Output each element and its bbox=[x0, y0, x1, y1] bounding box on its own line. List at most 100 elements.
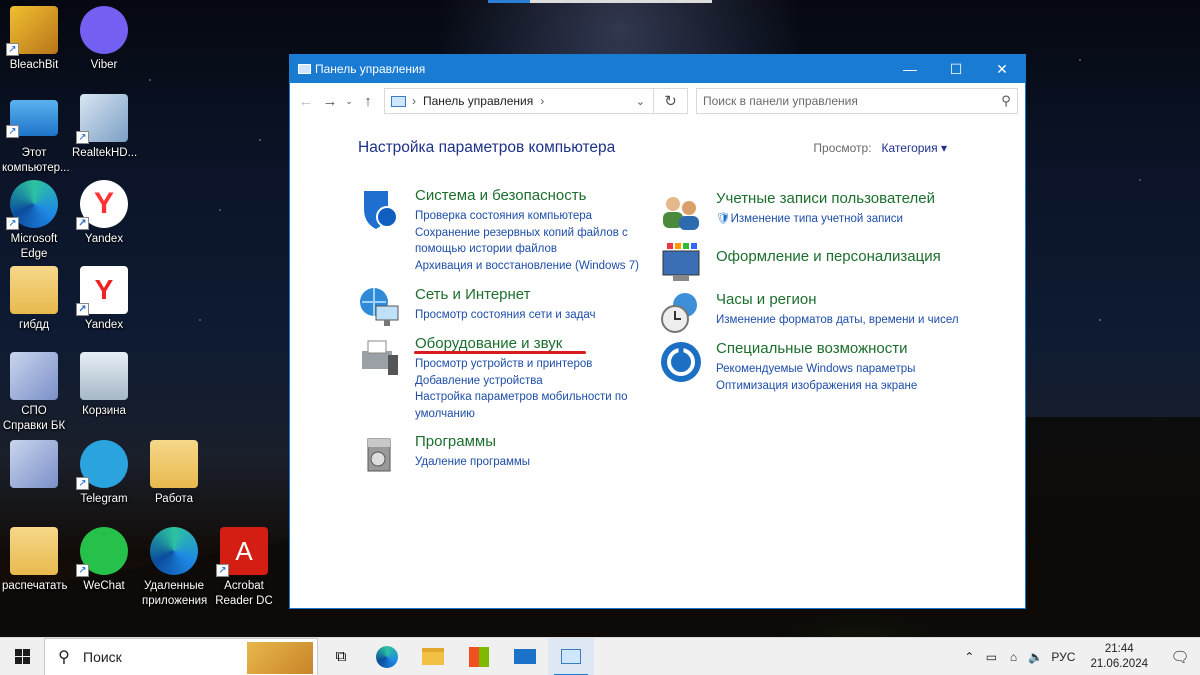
desktop-icon-yandex-browser[interactable]: Y ↗ Yandex bbox=[72, 180, 136, 247]
desktop-icon-spo[interactable]: СПО Справки БК bbox=[2, 352, 66, 434]
taskbar-file-explorer[interactable] bbox=[410, 638, 456, 675]
search-input[interactable] bbox=[703, 94, 995, 108]
language-indicator[interactable]: РУС bbox=[1046, 650, 1080, 664]
folder-icon bbox=[10, 266, 58, 314]
recent-chevron-icon[interactable]: ⌄ bbox=[342, 89, 356, 113]
category-link[interactable]: Изменение форматов даты, времени и чисел bbox=[716, 312, 959, 329]
title-bar[interactable]: Панель управления — ☐ ✕ bbox=[290, 55, 1025, 83]
category-link[interactable]: Настройка параметров мобильности по bbox=[415, 389, 628, 406]
taskbar-edge[interactable] bbox=[364, 638, 410, 675]
breadcrumb-separator-icon: › bbox=[412, 94, 416, 108]
desktop-icon-label: Microsoft Edge bbox=[10, 233, 58, 260]
edge-icon bbox=[150, 527, 198, 575]
category-title[interactable]: Программы bbox=[415, 433, 496, 450]
desktop-icon-edge[interactable]: ↗ Microsoft Edge bbox=[2, 180, 66, 262]
category-title[interactable]: Оборудование и звук bbox=[415, 335, 562, 352]
desktop-icon-acrobat[interactable]: A ↗ Acrobat Reader DC bbox=[212, 527, 276, 609]
view-by: Просмотр: Категория ▾ bbox=[813, 141, 947, 155]
category-link[interactable]: Проверка состояния компьютера bbox=[415, 208, 639, 225]
desktop-icon-label: Acrobat Reader DC bbox=[215, 580, 273, 607]
category-link-text[interactable]: Изменение типа учетной записи bbox=[731, 213, 903, 225]
desktop-icon-raspechatat[interactable]: распечатать bbox=[2, 527, 67, 594]
bleachbit-icon: ↗ bbox=[6, 6, 58, 56]
view-select[interactable]: Категория ▾ bbox=[882, 141, 947, 155]
desktop-icon-yandex[interactable]: Y ↗ Yandex bbox=[72, 266, 136, 333]
globe-network-icon bbox=[360, 288, 399, 326]
category-link[interactable]: Удаление программы bbox=[415, 454, 530, 471]
view-value[interactable]: Категория bbox=[882, 141, 938, 155]
desktop-icon-rabota[interactable]: Работа bbox=[142, 440, 206, 507]
up-arrow-icon[interactable]: ↑ bbox=[356, 89, 380, 113]
desktop-icon-label: гибдд bbox=[18, 319, 50, 331]
desktop-icon-label: Удаленные приложения bbox=[142, 580, 208, 607]
back-arrow-icon[interactable]: ← bbox=[294, 89, 318, 113]
desktop-icon-telegram[interactable]: ↗ Telegram bbox=[72, 440, 136, 507]
category-link[interactable]: Архивация и восстановление (Windows 7) bbox=[415, 258, 639, 275]
chevron-down-icon[interactable]: ⌄ bbox=[636, 95, 645, 108]
desktop-icon-viber[interactable]: Viber bbox=[72, 6, 136, 73]
maximize-button[interactable]: ☐ bbox=[933, 55, 979, 83]
category-link[interactable]: Просмотр состояния сети и задач bbox=[415, 307, 595, 324]
chevron-up-icon[interactable]: ⌃ bbox=[958, 650, 980, 664]
category-title[interactable]: Учетные записи пользователей bbox=[716, 190, 935, 207]
taskbar-control-panel[interactable] bbox=[548, 637, 594, 675]
desktop-icon-realtek[interactable]: ↗ RealtekHD... bbox=[72, 94, 137, 161]
breadcrumb-separator-icon[interactable]: › bbox=[540, 94, 544, 108]
desktop-icon-wechat[interactable]: ↗ WeChat bbox=[72, 527, 136, 594]
category-link[interactable]: Рекомендуемые Windows параметры bbox=[716, 361, 917, 378]
edge-icon bbox=[376, 645, 398, 668]
this-pc-icon: ↗ bbox=[6, 100, 58, 138]
category-link[interactable]: Оптимизация изображения на экране bbox=[716, 378, 917, 395]
control-panel-icon bbox=[391, 95, 406, 107]
top-edge-bar bbox=[488, 0, 712, 3]
taskbar-mail[interactable] bbox=[502, 638, 548, 675]
category-title[interactable]: Система и безопасность bbox=[415, 187, 586, 204]
breadcrumb-control-panel[interactable]: Панель управления bbox=[423, 94, 533, 108]
address-bar[interactable]: › Панель управления › ⌄ bbox=[384, 88, 654, 114]
refresh-button[interactable]: ↻ bbox=[654, 88, 688, 114]
search-icon[interactable]: ⚲ bbox=[995, 93, 1017, 109]
windows-logo-icon bbox=[14, 649, 30, 664]
forward-arrow-icon[interactable]: → bbox=[318, 89, 342, 113]
task-view-button[interactable]: ⧉ bbox=[318, 638, 364, 675]
category-link[interactable]: Просмотр устройств и принтеров bbox=[415, 356, 628, 373]
volume-icon[interactable]: 🔈 bbox=[1024, 650, 1046, 664]
clock-globe-icon bbox=[661, 293, 697, 333]
system-tray: ⌃ ▭ ⌂ 🔈 РУС 21:44 21.06.2024 🗨 bbox=[958, 638, 1200, 675]
category-link[interactable]: Сохранение резервных копий файлов с bbox=[415, 225, 639, 242]
notification-icon[interactable]: 🗨 bbox=[1160, 638, 1200, 675]
desktop-icon-this-pc[interactable]: ↗ Этот компьютер... bbox=[2, 94, 70, 176]
battery-icon[interactable]: ▭ bbox=[980, 650, 1002, 664]
clock[interactable]: 21:44 21.06.2024 bbox=[1090, 642, 1148, 672]
search-icon: ⚲ bbox=[58, 648, 70, 666]
clock-time: 21:44 bbox=[1104, 642, 1134, 655]
spo-icon bbox=[10, 440, 58, 488]
category-title[interactable]: Специальные возможности bbox=[716, 340, 908, 357]
yandex-browser-icon: Y ↗ bbox=[76, 180, 128, 230]
users-icon bbox=[663, 197, 699, 230]
taskbar: ⚲ Поиск ⧉ ⌃ ▭ ⌂ 🔈 РУС 21:44 21.06.2024 🗨 bbox=[0, 637, 1200, 675]
taskbar-search-text[interactable]: Поиск bbox=[83, 649, 122, 665]
category-title[interactable]: Сеть и Интернет bbox=[415, 286, 531, 303]
category-link[interactable]: помощью истории файлов bbox=[415, 241, 639, 258]
category-title[interactable]: Оформление и персонализация bbox=[716, 248, 941, 265]
category-link[interactable]: Добавление устройства bbox=[415, 373, 628, 390]
desktop-icon-label: Работа bbox=[155, 493, 193, 505]
network-icon[interactable]: ⌂ bbox=[1002, 650, 1024, 664]
category-link[interactable]: 🛡Изменение типа учетной записи bbox=[716, 211, 903, 228]
category-link[interactable]: умолчанию bbox=[415, 406, 628, 423]
taskbar-store[interactable] bbox=[456, 638, 502, 675]
desktop-icon-spo-2[interactable] bbox=[2, 440, 66, 492]
category-title[interactable]: Часы и регион bbox=[716, 291, 817, 308]
search-box[interactable]: ⚲ bbox=[696, 88, 1018, 114]
realtek-icon: ↗ bbox=[76, 94, 128, 144]
desktop-icon-remote-apps[interactable]: Удаленные приложения bbox=[142, 527, 208, 609]
desktop-icon-gibdd[interactable]: гибдд bbox=[2, 266, 66, 333]
taskbar-search-box[interactable]: ⚲ Поиск bbox=[44, 637, 318, 675]
desktop-icon-bleachbit[interactable]: ↗ BleachBit bbox=[2, 6, 66, 73]
start-button[interactable] bbox=[0, 638, 44, 675]
shield-icon bbox=[364, 191, 398, 229]
minimize-button[interactable]: — bbox=[887, 55, 933, 83]
desktop-icon-recycle-bin[interactable]: Корзина bbox=[72, 352, 136, 419]
close-button[interactable]: ✕ bbox=[979, 55, 1025, 83]
